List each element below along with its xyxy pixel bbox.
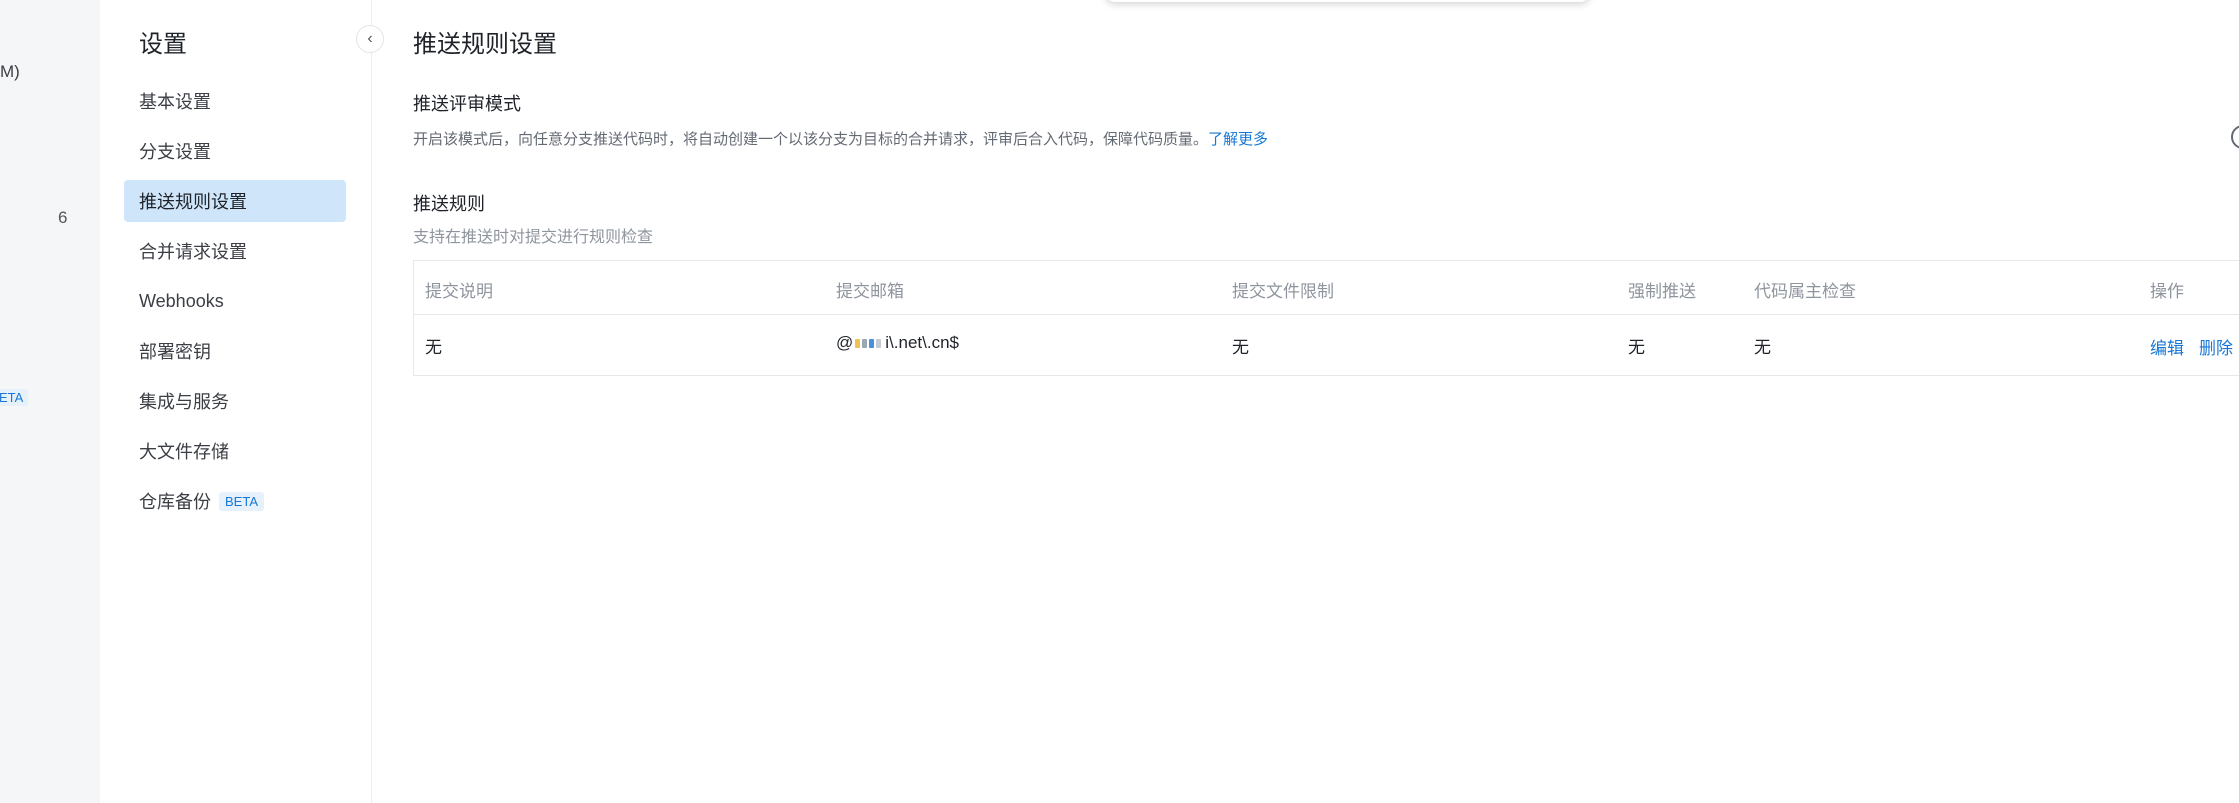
settings-title: 设置 [139, 31, 187, 58]
table-row: 无 @ i\.net\.cn$ 无 无 无 编辑 删除 [414, 314, 2239, 375]
sidebar-item-integrations[interactable]: 集成与服务 [124, 380, 346, 422]
cell-code-owner: 无 [1754, 338, 1771, 357]
collapse-sidebar-button[interactable]: ‹ [356, 25, 384, 53]
column-header-commit-email: 提交邮箱 [836, 282, 904, 301]
sidebar-item-backup[interactable]: 仓库备份 BETA [124, 480, 346, 522]
review-mode-description-text: 开启该模式后，向任意分支推送代码时，将自动创建一个以该分支为目标的合并请求，评审… [413, 131, 1209, 148]
sidebar-item-label: 推送规则设置 [139, 192, 247, 212]
left-rail: M) 6 ETA [0, 0, 100, 803]
sidebar-item-label: 合并请求设置 [139, 242, 247, 262]
cell-commit-email: @ i\.net\.cn$ [836, 333, 959, 353]
column-header-code-owner: 代码属主检查 [1754, 282, 1856, 301]
push-rules-title: 推送规则 [413, 194, 485, 214]
sidebar-item-label: Webhooks [139, 290, 224, 311]
column-header-force-push: 强制推送 [1628, 282, 1696, 301]
sidebar-item-push-rules[interactable]: 推送规则设置 [124, 180, 346, 222]
sidebar-item-label: 集成与服务 [139, 392, 229, 412]
cell-commit-message: 无 [425, 338, 442, 357]
email-prefix: @ [836, 333, 854, 352]
redacted-mark [855, 338, 883, 348]
sidebar-item-label: 大文件存储 [139, 442, 229, 462]
sidebar-item-label: 基本设置 [139, 92, 211, 112]
push-rules-table: 提交说明 提交邮箱 提交文件限制 强制推送 代码属主检查 操作 无 @ i\.n… [413, 260, 2239, 376]
edit-rule-button[interactable]: 编辑 [2150, 334, 2184, 359]
beta-badge: BETA [219, 491, 264, 511]
cell-force-push: 无 [1628, 338, 1645, 357]
sidebar-item-merge-request[interactable]: 合并请求设置 [124, 230, 346, 272]
sidebar-item-lfs[interactable]: 大文件存储 [124, 430, 346, 472]
main-content: 推送规则设置 推送评审模式 开启该模式后，向任意分支推送代码时，将自动创建一个以… [413, 0, 2239, 803]
chevron-left-icon: ‹ [367, 30, 373, 47]
review-mode-description: 开启该模式后，向任意分支推送代码时，将自动创建一个以该分支为目标的合并请求，评审… [413, 128, 1268, 149]
sidebar-item-deploy-keys[interactable]: 部署密钥 [124, 330, 346, 372]
sidebar-item-label: 仓库备份 [139, 492, 211, 512]
column-header-file-limit: 提交文件限制 [1232, 282, 1334, 301]
review-mode-title: 推送评审模式 [413, 94, 521, 114]
sidebar-item-branch[interactable]: 分支设置 [124, 130, 346, 172]
rail-beta-badge: ETA [0, 389, 29, 406]
push-rules-subtitle: 支持在推送时对提交进行规则检查 [413, 229, 654, 246]
sidebar-item-label: 部署密钥 [139, 342, 211, 362]
review-mode-toggle[interactable] [2231, 125, 2239, 149]
page-title: 推送规则设置 [413, 31, 557, 58]
learn-more-link[interactable]: 了解更多 [1208, 131, 1268, 148]
table-header: 提交说明 提交邮箱 提交文件限制 强制推送 代码属主检查 操作 [414, 261, 2239, 315]
rail-count: 6 [58, 208, 68, 227]
delete-rule-button[interactable]: 删除 [2199, 334, 2233, 359]
column-header-actions: 操作 [2150, 282, 2184, 301]
rail-label: M) [0, 62, 20, 81]
column-header-commit-message: 提交说明 [425, 282, 493, 301]
settings-sidebar: 设置 ‹ 基本设置 分支设置 推送规则设置 合并请求设置 Webhooks 部署… [100, 0, 384, 803]
sidebar-item-basic[interactable]: 基本设置 [124, 80, 346, 122]
email-suffix: i\.net\.cn$ [885, 333, 959, 352]
cell-file-limit: 无 [1232, 338, 1249, 357]
sidebar-item-webhooks[interactable]: Webhooks [124, 280, 346, 322]
sidebar-item-label: 分支设置 [139, 142, 211, 162]
